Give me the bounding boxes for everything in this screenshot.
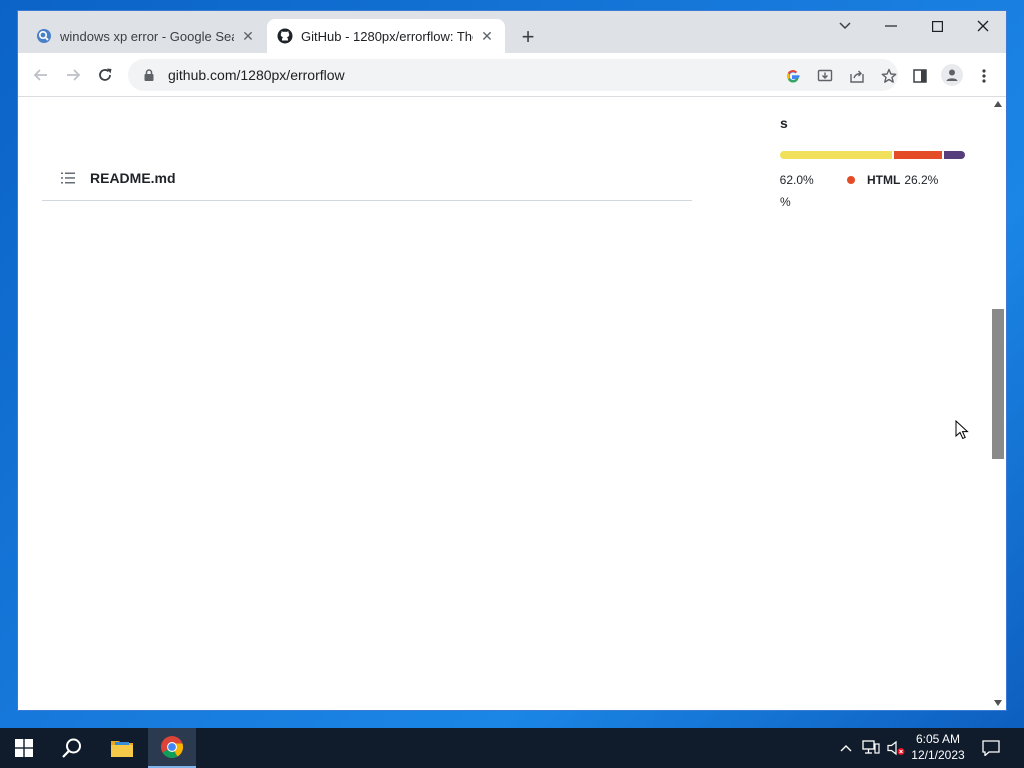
scroll-up-arrow-icon[interactable]	[994, 101, 1002, 107]
languages-heading: s	[780, 115, 788, 131]
vertical-scrollbar[interactable]	[990, 97, 1006, 710]
url-text: github.com/1280px/errorflow	[168, 67, 345, 83]
close-tab-icon[interactable]: ✕	[240, 28, 256, 44]
bookmark-star-icon[interactable]	[880, 67, 898, 85]
browser-window: windows xp error - Google Search ✕ GitHu…	[17, 10, 1007, 711]
close-window-button[interactable]	[960, 11, 1006, 41]
taskbar: 6:05 AM 12/1/2023	[0, 728, 1024, 768]
close-tab-icon[interactable]: ✕	[479, 28, 495, 44]
chrome-icon	[161, 736, 184, 758]
tab-google-search[interactable]: windows xp error - Google Search ✕	[26, 19, 266, 53]
search-icon	[62, 738, 81, 758]
windows-logo-icon	[15, 739, 33, 757]
show-hidden-icons-icon[interactable]	[836, 738, 856, 758]
address-bar[interactable]: github.com/1280px/errorflow	[128, 59, 898, 91]
kebab-menu-icon[interactable]	[975, 67, 993, 85]
list-unordered-icon[interactable]	[60, 170, 76, 186]
volume-muted-icon[interactable]	[886, 738, 906, 758]
language-item-other: %	[780, 195, 791, 209]
file-explorer-button[interactable]	[98, 728, 146, 768]
install-app-icon[interactable]	[816, 67, 834, 85]
tab-title: windows xp error - Google Search	[60, 28, 234, 44]
minimize-button[interactable]	[868, 11, 914, 41]
languages-panel: s t 62.0% HTML 26.2% %	[780, 115, 980, 215]
google-search-icon	[36, 28, 52, 44]
language-color-dot	[847, 176, 855, 184]
clock-date: 12/1/2023	[911, 748, 965, 762]
page-viewport: README.md s t 62.0% HTML 26.2% %	[18, 97, 990, 710]
clock-time: 6:05 AM	[915, 732, 961, 746]
new-tab-button[interactable]: +	[515, 24, 541, 50]
mouse-cursor-icon	[955, 420, 969, 440]
tab-search-icon[interactable]	[822, 11, 868, 41]
github-icon	[277, 28, 293, 44]
language-percent: t 62.0%	[780, 173, 814, 187]
browser-toolbar: github.com/1280px/errorflow	[18, 53, 1006, 97]
language-bar-segment	[943, 151, 965, 159]
scrollbar-thumb[interactable]	[992, 309, 1004, 459]
tab-title: GitHub - 1280px/errorflow: The u	[301, 28, 473, 44]
lock-icon[interactable]	[142, 68, 156, 82]
readme-title[interactable]: README.md	[90, 170, 176, 186]
side-panel-icon[interactable]	[911, 67, 929, 85]
back-button[interactable]	[26, 60, 56, 90]
network-icon[interactable]	[861, 738, 881, 758]
folder-icon	[111, 741, 133, 757]
share-icon[interactable]	[848, 67, 866, 85]
search-button[interactable]	[48, 728, 96, 768]
language-item-html[interactable]: HTML 26.2%	[847, 173, 938, 187]
start-button[interactable]	[0, 728, 48, 768]
chrome-taskbar-button[interactable]	[148, 728, 196, 768]
action-center-icon[interactable]	[980, 738, 1002, 758]
language-name: HTML	[867, 173, 901, 187]
language-percent: 26.2%	[904, 173, 939, 187]
system-clock[interactable]: 6:05 AM 12/1/2023	[905, 731, 971, 765]
reload-button[interactable]	[90, 60, 120, 90]
language-bar	[780, 151, 965, 159]
language-item-javascript[interactable]: t 62.0%	[780, 173, 814, 187]
language-bar-segment	[780, 151, 893, 159]
readme-header: README.md	[42, 155, 692, 201]
language-bar-segment	[894, 151, 942, 159]
tab-strip: windows xp error - Google Search ✕ GitHu…	[18, 11, 1006, 53]
forward-button[interactable]	[58, 60, 88, 90]
tab-github[interactable]: GitHub - 1280px/errorflow: The u ✕	[267, 19, 505, 53]
profile-avatar-icon[interactable]	[941, 64, 963, 86]
google-lens-icon[interactable]	[784, 67, 802, 85]
maximize-button[interactable]	[914, 11, 960, 41]
scroll-down-arrow-icon[interactable]	[994, 700, 1002, 706]
